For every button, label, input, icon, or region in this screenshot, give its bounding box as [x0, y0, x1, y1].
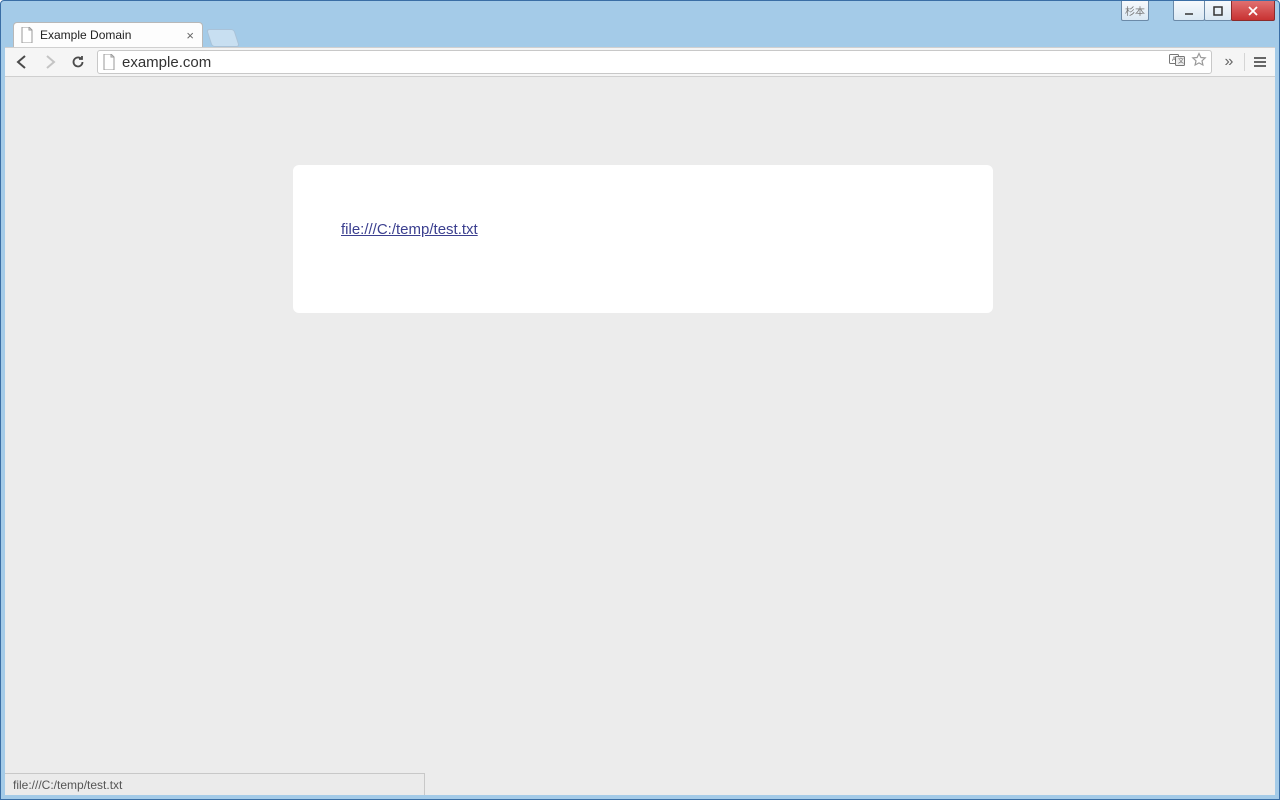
- chevrons-right-icon: »: [1225, 53, 1234, 71]
- browser-toolbar: example.com A文 »: [5, 47, 1275, 77]
- window-controls: [1174, 1, 1275, 21]
- toolbar-right: »: [1218, 51, 1271, 73]
- back-button[interactable]: [9, 49, 35, 75]
- status-bar: file:///C:/temp/test.txt: [5, 773, 425, 795]
- translate-icon[interactable]: A文: [1169, 53, 1185, 71]
- window-minimize-button[interactable]: [1173, 1, 1205, 21]
- content-card: file:///C:/temp/test.txt: [293, 165, 993, 313]
- new-tab-button[interactable]: [206, 29, 240, 47]
- browser-tab[interactable]: Example Domain ×: [13, 22, 203, 47]
- page-icon: [20, 27, 34, 43]
- close-icon: [1247, 6, 1259, 16]
- main-menu-button[interactable]: [1249, 51, 1271, 73]
- tab-close-button[interactable]: ×: [184, 29, 196, 42]
- bookmark-star-icon[interactable]: [1191, 52, 1207, 72]
- toolbar-divider: [1244, 53, 1245, 71]
- window-maximize-button[interactable]: [1204, 1, 1232, 21]
- window-frame: 杉本 Example Domain ×: [0, 0, 1280, 800]
- address-bar[interactable]: example.com A文: [97, 50, 1212, 74]
- svg-text:文: 文: [1178, 57, 1184, 65]
- svg-text:A: A: [1172, 57, 1176, 63]
- window-close-button[interactable]: [1231, 1, 1275, 21]
- reload-button[interactable]: [65, 49, 91, 75]
- title-extra-button[interactable]: 杉本: [1121, 1, 1149, 21]
- arrow-left-icon: [14, 54, 30, 70]
- tab-strip: Example Domain ×: [13, 22, 237, 47]
- reload-icon: [70, 54, 86, 70]
- address-text: example.com: [122, 54, 1163, 71]
- forward-button[interactable]: [37, 49, 63, 75]
- status-text: file:///C:/temp/test.txt: [13, 778, 122, 792]
- page-viewport: file:///C:/temp/test.txt file:///C:/temp…: [5, 77, 1275, 795]
- maximize-icon: [1213, 6, 1223, 16]
- arrow-right-icon: [42, 54, 58, 70]
- hamburger-icon: [1252, 55, 1268, 69]
- tab-title: Example Domain: [40, 28, 178, 42]
- file-link[interactable]: file:///C:/temp/test.txt: [341, 221, 478, 238]
- toolbar-overflow-button[interactable]: »: [1218, 51, 1240, 73]
- title-extra-label: 杉本: [1125, 3, 1145, 18]
- minimize-icon: [1184, 6, 1194, 16]
- site-icon: [102, 54, 116, 70]
